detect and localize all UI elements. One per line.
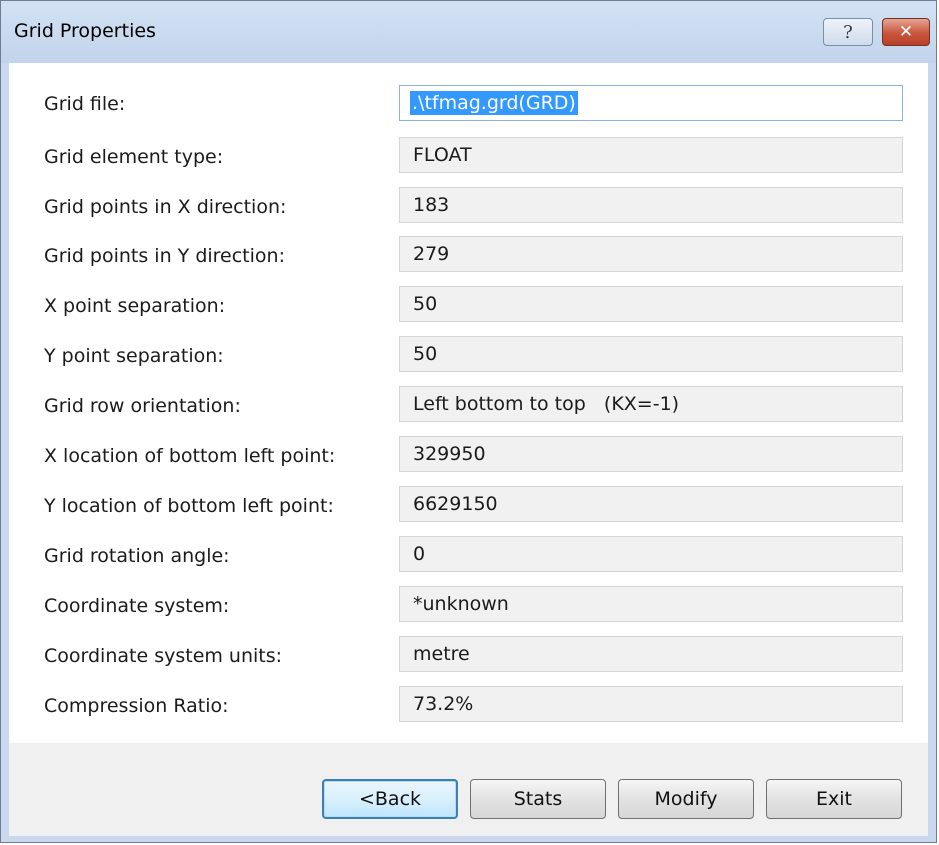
help-button[interactable]: ? — [823, 18, 873, 46]
coordinate-system-field: *unknown — [399, 586, 903, 622]
coordinate-system-units-label: Coordinate system units: — [44, 645, 283, 667]
exit-button[interactable]: Exit — [766, 779, 902, 819]
grid-file-value: .\tfmag.grd(GRD) — [410, 91, 578, 115]
grid-properties-dialog: Grid Properties ? ✕ Grid file: .\tfmag.g… — [0, 0, 937, 843]
grid-points-y-label: Grid points in Y direction: — [44, 245, 285, 267]
window-title: Grid Properties — [14, 20, 156, 42]
title-bar[interactable]: Grid Properties ? ✕ — [1, 1, 936, 63]
x-location-label: X location of bottom left point: — [44, 445, 336, 467]
close-button[interactable]: ✕ — [882, 18, 930, 46]
x-location-field: 329950 — [399, 436, 903, 472]
grid-rotation-angle-field: 0 — [399, 536, 903, 572]
grid-file-field[interactable]: .\tfmag.grd(GRD) — [399, 85, 903, 121]
y-location-label: Y location of bottom left point: — [44, 495, 334, 517]
grid-element-type-field: FLOAT — [399, 137, 903, 173]
coordinate-system-label: Coordinate system: — [44, 595, 230, 617]
grid-row-orientation-field: Left bottom to top (KX=-1) — [399, 386, 903, 422]
grid-points-x-label: Grid points in X direction: — [44, 196, 287, 218]
stats-button[interactable]: Stats — [470, 779, 606, 819]
coordinate-system-units-field: metre — [399, 636, 903, 672]
back-button[interactable]: <Back — [322, 779, 458, 819]
modify-button[interactable]: Modify — [618, 779, 754, 819]
close-icon: ✕ — [898, 22, 914, 42]
grid-element-type-label: Grid element type: — [44, 146, 224, 168]
y-location-field: 6629150 — [399, 486, 903, 522]
y-point-separation-field: 50 — [399, 336, 903, 372]
grid-points-y-field: 279 — [399, 236, 903, 272]
grid-points-x-field: 183 — [399, 187, 903, 223]
grid-row-orientation-label: Grid row orientation: — [44, 395, 241, 417]
grid-file-label: Grid file: — [44, 93, 126, 115]
x-point-separation-label: X point separation: — [44, 295, 226, 317]
grid-rotation-angle-label: Grid rotation angle: — [44, 545, 230, 567]
y-point-separation-label: Y point separation: — [44, 345, 224, 367]
x-point-separation-field: 50 — [399, 286, 903, 322]
compression-ratio-field: 73.2% — [399, 686, 903, 722]
help-icon: ? — [843, 21, 853, 43]
compression-ratio-label: Compression Ratio: — [44, 695, 229, 717]
